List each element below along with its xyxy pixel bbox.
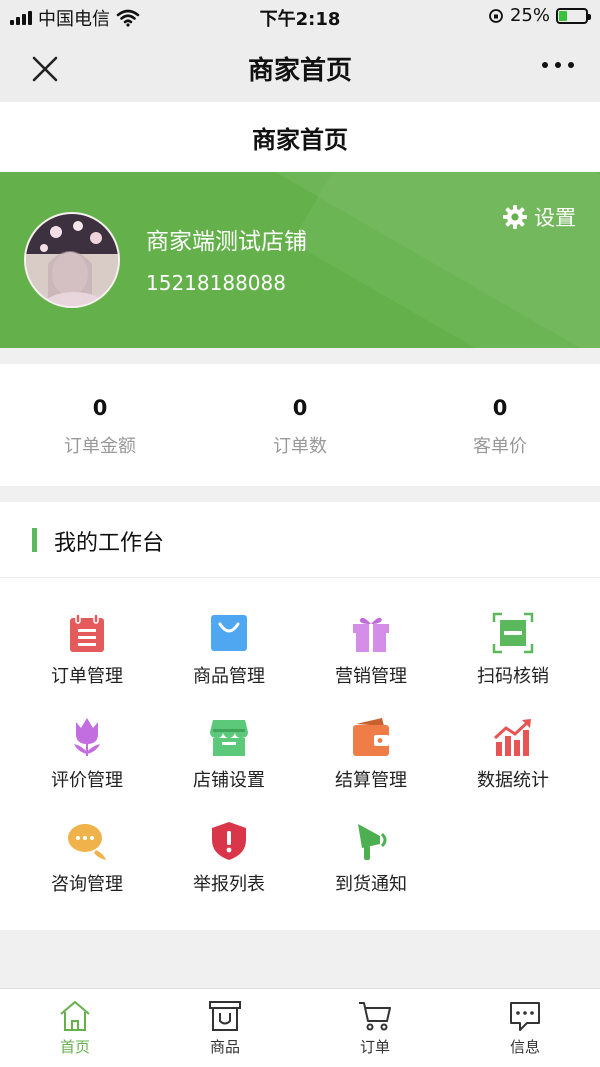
- tab-products[interactable]: 商品: [150, 989, 300, 1067]
- status-right: 25%: [488, 5, 591, 26]
- more-icon[interactable]: [542, 62, 574, 68]
- page-title: 商家首页: [252, 126, 348, 154]
- settings-label: 设置: [534, 206, 576, 230]
- tab-home[interactable]: 首页: [0, 989, 150, 1067]
- section-accent-bar: [32, 528, 37, 552]
- workbench-item-label: 商品管理: [193, 666, 265, 687]
- settings-button[interactable]: 设置: [502, 202, 576, 232]
- workbench-item-products[interactable]: 商品管理: [158, 612, 300, 702]
- nav-bar: 商家首页: [0, 34, 600, 102]
- workbench-item-reviews[interactable]: 评价管理: [16, 716, 158, 806]
- battery-percent: 25%: [509, 5, 550, 26]
- shop-banner: 商家端测试店铺 15218188088 设置: [0, 172, 600, 348]
- wallet-icon: [353, 718, 389, 756]
- workbench-header: 我的工作台: [0, 502, 600, 578]
- tab-label: 首页: [59, 1038, 90, 1056]
- status-bar: 中国电信 下午2:18 25%: [0, 0, 600, 34]
- gift-icon: [353, 617, 389, 652]
- tulip-icon: [74, 718, 100, 756]
- avatar[interactable]: [24, 212, 120, 308]
- shop-phone: 15218188088: [146, 271, 286, 295]
- workbench-item-settlement[interactable]: 结算管理: [300, 716, 442, 806]
- megaphone-icon: [358, 824, 387, 860]
- nav-title: 商家首页: [247, 56, 352, 86]
- orientation-lock-icon: [489, 8, 503, 23]
- workbench-item-statistics[interactable]: 数据统计: [442, 716, 584, 806]
- chat-bubbles-icon: [68, 824, 106, 860]
- avatar-image: [26, 214, 118, 306]
- storefront-icon: [210, 720, 248, 756]
- tab-orders[interactable]: 订单: [300, 989, 450, 1067]
- message-icon: [510, 1002, 540, 1031]
- stat-avg-order-value[interactable]: 0 客单价: [400, 364, 600, 486]
- gear-icon: [503, 205, 527, 229]
- workbench-item-label: 店铺设置: [193, 770, 265, 791]
- scan-icon: [492, 612, 534, 654]
- workbench-item-arrival-notice[interactable]: 到货通知: [300, 820, 442, 910]
- workbench-item-scan-verify[interactable]: 扫码核销: [442, 612, 584, 702]
- stat-value: 0: [92, 396, 108, 420]
- clipboard-icon: [70, 613, 104, 652]
- page-header: 商家首页: [0, 102, 600, 172]
- stat-label: 订单金额: [64, 436, 136, 457]
- chart-icon: [493, 719, 531, 756]
- battery-icon: [556, 7, 591, 24]
- tab-label: 商品: [209, 1038, 240, 1056]
- stat-label: 客单价: [473, 436, 527, 457]
- workbench-item-label: 到货通知: [335, 874, 407, 895]
- stat-order-count[interactable]: 0 订单数: [200, 364, 400, 486]
- workbench-item-consultation[interactable]: 咨询管理: [16, 820, 158, 910]
- stats-panel: 0 订单金额 0 订单数 0 客单价: [0, 364, 600, 486]
- workbench-item-store-settings[interactable]: 店铺设置: [158, 716, 300, 806]
- shield-alert-icon: [212, 822, 246, 860]
- stat-value: 0: [292, 396, 308, 420]
- workbench-item-label: 订单管理: [51, 666, 123, 687]
- workbench-item-label: 评价管理: [51, 770, 123, 791]
- cart-icon: [359, 1002, 391, 1031]
- workbench-item-label: 结算管理: [335, 770, 407, 791]
- tab-label: 订单: [359, 1038, 390, 1056]
- tab-messages[interactable]: 信息: [450, 989, 600, 1067]
- workbench: 我的工作台 订单管理 商品管理 营销管理 扫码核销 评价管理 店铺设置 结算管理…: [0, 502, 600, 930]
- tab-bar: 首页 商品 订单 信息: [0, 988, 600, 1067]
- workbench-item-reports[interactable]: 举报列表: [158, 820, 300, 910]
- workbench-item-label: 数据统计: [477, 770, 549, 791]
- stat-value: 0: [492, 396, 508, 420]
- workbench-item-label: 扫码核销: [477, 666, 549, 687]
- workbench-item-label: 举报列表: [193, 874, 265, 895]
- workbench-item-label: 咨询管理: [51, 874, 123, 895]
- tab-label: 信息: [509, 1038, 540, 1056]
- stat-order-amount[interactable]: 0 订单金额: [0, 364, 200, 486]
- box-icon: [209, 1001, 241, 1031]
- home-icon: [60, 1001, 90, 1031]
- workbench-item-orders[interactable]: 订单管理: [16, 612, 158, 702]
- workbench-item-marketing[interactable]: 营销管理: [300, 612, 442, 702]
- workbench-item-label: 营销管理: [335, 666, 407, 687]
- workbench-title: 我的工作台: [54, 531, 165, 556]
- stat-label: 订单数: [273, 436, 327, 457]
- shop-name: 商家端测试店铺: [146, 229, 307, 255]
- shopping-bag-icon: [211, 615, 247, 651]
